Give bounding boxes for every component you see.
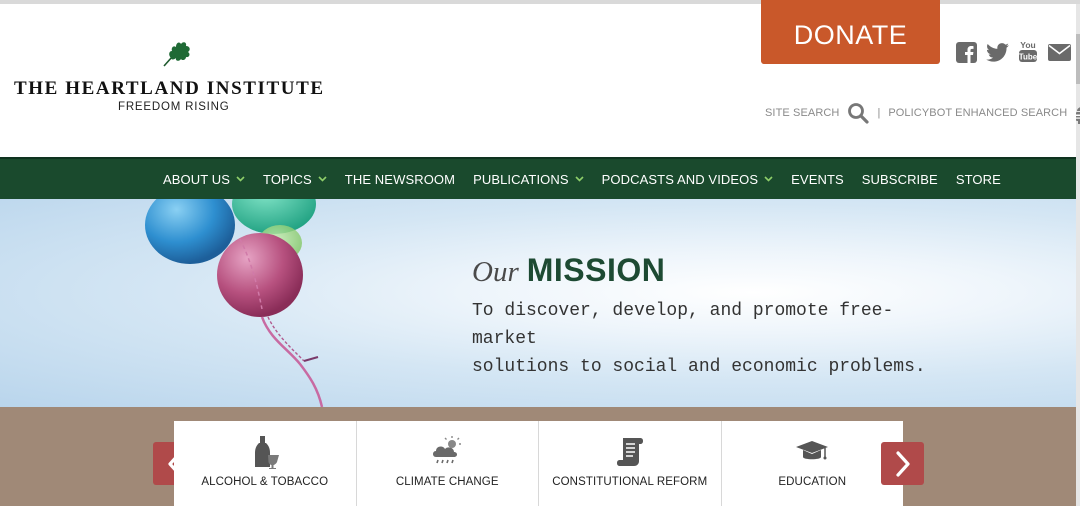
search-icon[interactable] xyxy=(847,102,870,124)
topic-label: CONSTITUTIONAL REFORM xyxy=(552,476,708,488)
mission-hero: Our MISSION To discover, develop, and pro… xyxy=(0,199,1076,407)
main-nav: ABOUT US TOPICS THE NEWSROOM PUBLICATIONS PO… xyxy=(0,157,1076,199)
topic-label: CLIMATE CHANGE xyxy=(395,476,499,488)
chevron-down-icon xyxy=(236,176,245,182)
nav-item-label: PODCASTS AND VIDEOS xyxy=(601,171,759,187)
carousel-next-button[interactable] xyxy=(881,442,924,485)
search-row: SITE SEARCH | POLICYBOT ENHANCED SEARCH xyxy=(765,101,1080,125)
nav-item-about-us[interactable]: ABOUT US xyxy=(163,172,245,187)
nav-item-store[interactable]: STORE xyxy=(956,172,1001,187)
scrollbar[interactable] xyxy=(1076,4,1080,506)
topic-label: ALCOHOL & TOBACCO xyxy=(201,476,329,488)
site-search-link[interactable]: SITE SEARCH xyxy=(765,107,839,119)
facebook-icon[interactable] xyxy=(955,40,977,64)
scroll-icon xyxy=(616,438,643,466)
donate-button[interactable]: DONATE xyxy=(761,0,940,64)
chevron-down-icon xyxy=(575,176,584,182)
nav-item-the-newsroom[interactable]: THE NEWSROOM xyxy=(345,172,455,187)
nav-item-label: SUBSCRIBE xyxy=(861,171,938,187)
mission-heading-our: Our xyxy=(472,256,519,288)
oak-leaf-icon[interactable] xyxy=(160,38,194,68)
bottle-glass-icon xyxy=(254,436,279,469)
email-icon[interactable] xyxy=(1046,40,1072,64)
topic-card-education[interactable]: EDUCATION xyxy=(722,421,904,506)
mission-statement: To discover, develop, and promote free-m… xyxy=(472,297,952,381)
nav-item-label: PUBLICATIONS xyxy=(473,171,569,187)
policybot-search-link[interactable]: POLICYBOT ENHANCED SEARCH xyxy=(888,107,1067,119)
topics-carousel: ALCOHOL & TOBACCO CLIMATE CHANGE CONSTIT… xyxy=(174,421,903,506)
mission-statement-line2: solutions to social and economic problem… xyxy=(472,357,926,377)
chevron-down-icon xyxy=(764,176,773,182)
chevron-right-icon xyxy=(895,450,910,477)
site-tagline: FREEDOM RISING xyxy=(118,101,230,113)
nav-item-topics[interactable]: TOPICS xyxy=(263,172,327,187)
robot-icon[interactable] xyxy=(1074,101,1080,125)
svg-text:You: You xyxy=(1020,40,1035,50)
nav-item-label: THE NEWSROOM xyxy=(344,171,456,187)
nav-item-label: STORE xyxy=(955,171,1001,187)
nav-item-podcasts-and-videos[interactable]: PODCASTS AND VIDEOS xyxy=(602,172,774,187)
topic-card-climate-change[interactable]: CLIMATE CHANGE xyxy=(357,421,539,506)
mission-heading: Our MISSION xyxy=(472,252,665,289)
mission-heading-word: MISSION xyxy=(526,252,666,288)
nav-item-events[interactable]: EVENTS xyxy=(791,172,844,187)
nav-item-label: ABOUT US xyxy=(163,171,231,187)
topic-card-alcohol-tobacco[interactable]: ALCOHOL & TOBACCO xyxy=(174,421,357,506)
balloons-image xyxy=(145,199,324,407)
nav-item-label: TOPICS xyxy=(263,171,312,187)
nav-item-label: EVENTS xyxy=(791,171,844,187)
mission-statement-line1: To discover, develop, and promote free-m… xyxy=(472,301,894,349)
site-logo-title[interactable]: THE HEARTLAND INSTITUTE xyxy=(14,78,344,100)
chevron-down-icon xyxy=(318,176,327,182)
topic-card-constitutional-reform[interactable]: CONSTITUTIONAL REFORM xyxy=(539,421,722,506)
topic-label: EDUCATION xyxy=(778,476,847,488)
youtube-icon[interactable]: You Tube xyxy=(1017,40,1039,64)
search-separator: | xyxy=(877,107,881,119)
twitter-icon[interactable] xyxy=(985,40,1009,64)
nav-item-subscribe[interactable]: SUBSCRIBE xyxy=(862,172,938,187)
scrollbar-thumb[interactable] xyxy=(1076,34,1080,84)
svg-text:Tube: Tube xyxy=(1019,53,1038,62)
cloud-rain-icon xyxy=(433,436,462,464)
nav-item-publications[interactable]: PUBLICATIONS xyxy=(473,172,584,187)
graduation-cap-icon xyxy=(796,441,829,460)
